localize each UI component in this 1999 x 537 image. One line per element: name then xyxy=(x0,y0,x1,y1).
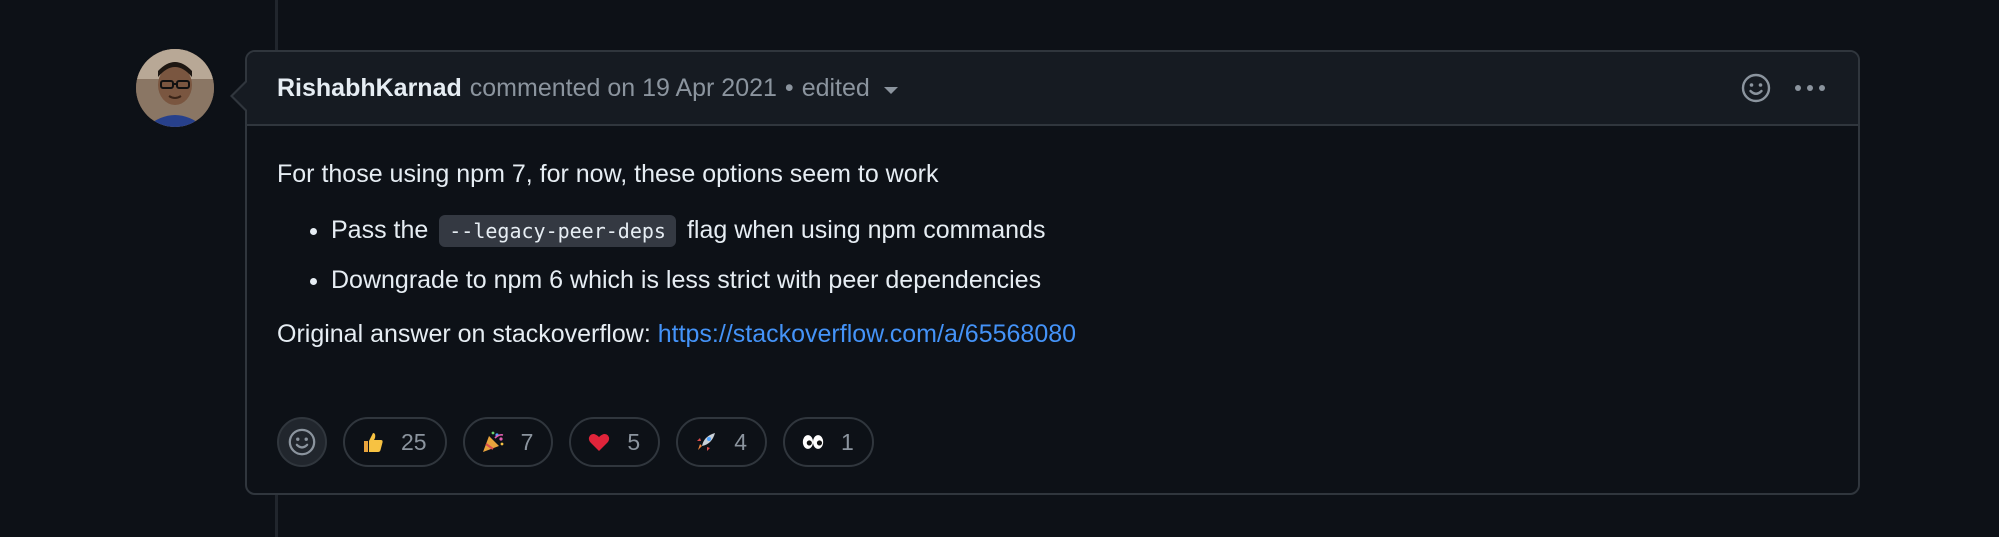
inline-code: --legacy-peer-deps xyxy=(439,215,676,247)
stackoverflow-link[interactable]: https://stackoverflow.com/a/65568080 xyxy=(658,320,1076,348)
more-options-button[interactable] xyxy=(1790,68,1830,108)
party-popper-icon xyxy=(481,430,505,454)
reaction-heart[interactable]: 5 xyxy=(569,417,661,467)
add-reaction-button[interactable] xyxy=(277,417,327,467)
original-label: Original answer on stackoverflow: xyxy=(277,320,651,348)
thumbs-up-icon xyxy=(361,430,385,454)
eyes-icon xyxy=(801,430,825,454)
smiley-icon xyxy=(288,428,316,456)
avatar[interactable] xyxy=(136,49,214,127)
comment-header: RishabhKarnad commented on 19 Apr 2021 •… xyxy=(247,52,1858,126)
meta-separator: • xyxy=(784,73,794,102)
page: RishabhKarnad commented on 19 Apr 2021 •… xyxy=(0,0,1999,537)
edited-label: edited xyxy=(801,73,870,102)
comment-intro: For those using npm 7, for now, these op… xyxy=(277,160,939,188)
comment-meta[interactable]: commented on 19 Apr 2021 xyxy=(470,74,777,103)
reaction-eyes[interactable]: 1 xyxy=(782,417,874,467)
chevron-down-icon xyxy=(883,86,898,94)
edited-dropdown[interactable]: edited xyxy=(802,74,898,103)
reactions-bar: 25 7 5 4 1 xyxy=(277,417,890,467)
author-link[interactable]: RishabhKarnad xyxy=(277,74,462,103)
reaction-thumbs-up[interactable]: 25 xyxy=(343,417,447,467)
kebab-icon xyxy=(1795,85,1825,91)
add-reaction-header-button[interactable] xyxy=(1736,68,1776,108)
smiley-icon xyxy=(1741,73,1771,103)
reaction-count: 25 xyxy=(401,428,427,455)
heart-icon xyxy=(587,430,611,454)
reaction-hooray[interactable]: 7 xyxy=(462,417,554,467)
reaction-count: 7 xyxy=(520,428,534,455)
comment-box: RishabhKarnad commented on 19 Apr 2021 •… xyxy=(230,50,1860,495)
reaction-rocket[interactable]: 4 xyxy=(676,417,767,467)
rocket-icon xyxy=(694,430,718,454)
options-list: Pass the --legacy-peer-deps flag when us… xyxy=(277,212,1828,298)
original-answer: Original answer on stackoverflow: https:… xyxy=(277,316,1828,352)
list-item: Pass the --legacy-peer-deps flag when us… xyxy=(331,212,1828,249)
list-item: Downgrade to npm 6 which is less strict … xyxy=(331,262,1828,298)
reaction-count: 5 xyxy=(627,428,641,455)
reaction-count: 4 xyxy=(734,428,747,455)
reaction-count: 1 xyxy=(840,428,854,455)
comment-body: For those using npm 7, for now, these op… xyxy=(247,126,1858,352)
